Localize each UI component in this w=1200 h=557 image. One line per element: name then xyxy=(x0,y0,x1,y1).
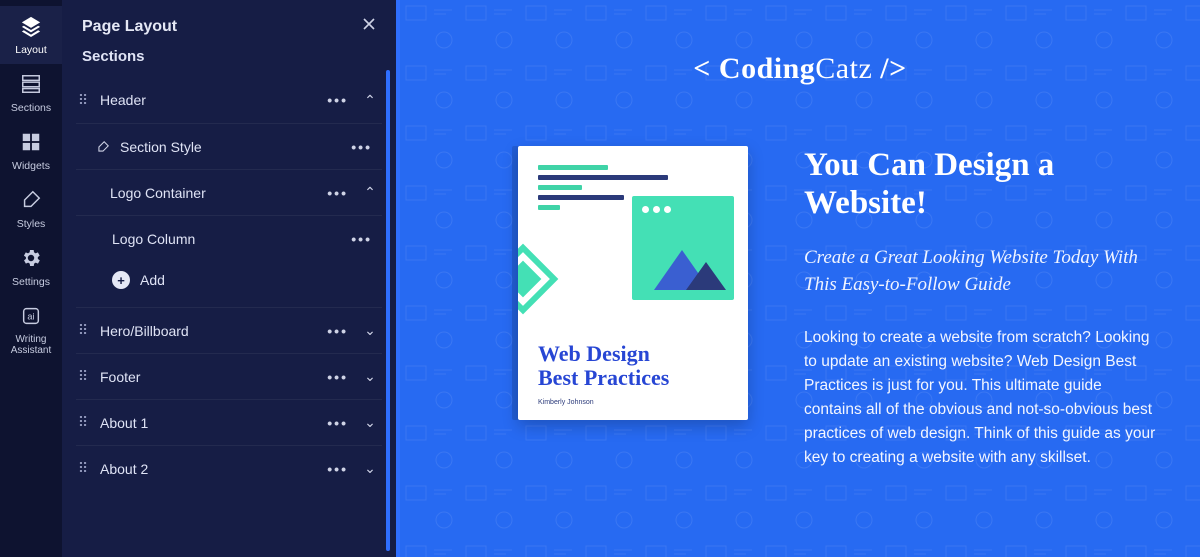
hero-section: Web Design Best Practices Kimberly Johns… xyxy=(400,86,1200,470)
logo-container-row[interactable]: ⠿ Logo Container ••• ⌃ xyxy=(76,169,382,215)
widgets-icon xyxy=(20,131,42,156)
site-logo: < CodingCatz /> xyxy=(400,0,1200,86)
row-label: Add xyxy=(130,272,382,288)
rail-item-writing-assistant[interactable]: ai WritingAssistant xyxy=(0,296,62,364)
drag-handle-icon[interactable]: ⠿ xyxy=(76,460,90,477)
rail-label: Settings xyxy=(12,276,50,288)
hero-subhead: Create a Great Looking Website Today Wit… xyxy=(804,244,1160,298)
more-icon[interactable]: ••• xyxy=(317,185,358,201)
section-label: About 1 xyxy=(90,415,317,431)
rail-item-styles[interactable]: Styles xyxy=(0,180,62,238)
rail-label: WritingAssistant xyxy=(11,334,52,356)
brush-icon xyxy=(20,189,42,214)
section-row-about2[interactable]: ⠿ About 2 ••• ⌄ xyxy=(76,445,382,491)
page-layout-panel: Page Layout Sections ⠿ Header ••• ⌃ Sect… xyxy=(62,0,400,557)
hero-copy: You Can Design a Website! Create a Great… xyxy=(804,146,1160,470)
more-icon[interactable]: ••• xyxy=(317,92,358,108)
section-row-hero[interactable]: ⠿ Hero/Billboard ••• ⌄ xyxy=(76,307,382,353)
section-label: About 2 xyxy=(90,461,317,477)
rail-label: Widgets xyxy=(12,160,50,172)
drag-handle-icon[interactable]: ⠿ xyxy=(76,368,90,385)
drag-handle-icon[interactable]: ⠿ xyxy=(76,322,90,339)
section-style-row[interactable]: Section Style ••• xyxy=(76,123,382,169)
chevron-down-icon[interactable]: ⌄ xyxy=(358,414,382,431)
section-row-about1[interactable]: ⠿ About 1 ••• ⌄ xyxy=(76,399,382,445)
brand-prefix: < xyxy=(693,52,719,85)
rail-item-sections[interactable]: Sections xyxy=(0,64,62,122)
rail-label: Layout xyxy=(15,44,47,56)
chevron-down-icon[interactable]: ⌄ xyxy=(358,322,382,339)
panel-title: Page Layout xyxy=(82,18,177,36)
layers-icon xyxy=(20,15,42,40)
svg-text:ai: ai xyxy=(27,312,34,322)
ai-icon: ai xyxy=(20,305,42,330)
preview-canvas: < CodingCatz /> Web Design Best Practice… xyxy=(400,0,1200,557)
chevron-up-icon[interactable]: ⌃ xyxy=(358,184,382,201)
drag-handle-icon[interactable]: ⠿ xyxy=(76,414,90,431)
more-icon[interactable]: ••• xyxy=(341,231,382,247)
hero-headline: You Can Design a Website! xyxy=(804,146,1160,222)
more-icon[interactable]: ••• xyxy=(317,461,358,477)
chevron-up-icon[interactable]: ⌃ xyxy=(358,92,382,109)
section-label: Footer xyxy=(90,369,317,385)
section-row-footer[interactable]: ⠿ Footer ••• ⌄ xyxy=(76,353,382,399)
rail-item-settings[interactable]: Settings xyxy=(0,238,62,296)
brush-icon xyxy=(96,140,110,154)
drag-handle-icon[interactable]: ⠿ xyxy=(76,92,90,109)
chevron-down-icon[interactable]: ⌄ xyxy=(358,460,382,477)
close-icon[interactable] xyxy=(362,17,376,36)
brand-bold: Coding xyxy=(719,52,815,85)
book-title: Web Design Best Practices xyxy=(538,342,669,390)
rail-item-layout[interactable]: Layout xyxy=(0,6,62,64)
image-placeholder-icon xyxy=(632,196,734,300)
rail-label: Sections xyxy=(11,102,51,114)
left-rail: Layout Sections Widgets Styles Settings xyxy=(0,0,62,557)
more-icon[interactable]: ••• xyxy=(317,323,358,339)
brand-suffix: /> xyxy=(872,52,906,85)
panel-subtitle: Sections xyxy=(62,44,396,77)
row-label: Logo Column xyxy=(112,231,341,247)
more-icon[interactable]: ••• xyxy=(317,369,358,385)
section-label: Header xyxy=(90,92,317,108)
book-author: Kimberly Johnson xyxy=(538,399,594,406)
add-row[interactable]: + Add xyxy=(76,261,382,299)
hero-body: Looking to create a website from scratch… xyxy=(804,326,1160,470)
rail-item-widgets[interactable]: Widgets xyxy=(0,122,62,180)
section-row-header[interactable]: ⠿ Header ••• ⌃ xyxy=(76,77,382,123)
plus-icon[interactable]: + xyxy=(112,271,130,289)
row-label: Logo Container xyxy=(110,185,317,201)
more-icon[interactable]: ••• xyxy=(341,139,382,155)
app-root: Layout Sections Widgets Styles Settings xyxy=(0,0,1200,557)
sections-icon xyxy=(20,73,42,98)
brand-thin: Catz xyxy=(815,52,872,85)
row-label: Section Style xyxy=(110,139,341,155)
book-cover-image: Web Design Best Practices Kimberly Johns… xyxy=(518,146,748,420)
gear-icon xyxy=(20,247,42,272)
more-icon[interactable]: ••• xyxy=(317,415,358,431)
sections-tree: ⠿ Header ••• ⌃ Section Style ••• ⠿ Logo … xyxy=(62,77,396,491)
chevron-down-icon[interactable]: ⌄ xyxy=(358,368,382,385)
section-label: Hero/Billboard xyxy=(90,323,317,339)
logo-column-row[interactable]: Logo Column ••• xyxy=(76,215,382,261)
rail-label: Styles xyxy=(17,218,46,230)
